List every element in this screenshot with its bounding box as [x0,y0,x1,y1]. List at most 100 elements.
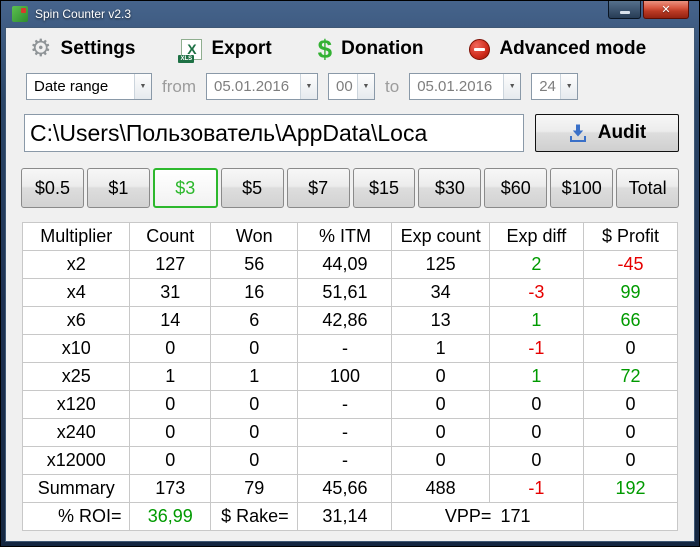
to-date-value: 05.01.2016 [417,78,493,95]
stake-tabs: $0.5 $1 $3 $5 $7 $15 $30 $60 $100 Total [6,156,694,210]
stake-tab-total[interactable]: Total [616,168,680,208]
close-button[interactable]: ✕ [643,1,689,19]
table-cell: 0 [488,390,584,419]
table-cell: 0 [391,446,490,475]
table-cell: -1 [488,474,584,503]
table-cell: 16 [210,278,299,307]
settings-button[interactable]: ⚙ Settings [30,37,135,61]
from-hour-value: 00 [336,78,353,95]
table-cell: 0 [210,446,299,475]
table-cell: 1 [129,362,212,391]
settings-label: Settings [60,38,136,59]
table-cell: 100 [297,362,393,391]
chevron-down-icon: ▼ [560,74,578,99]
table-cell: x120 [21,390,131,419]
table-cell: 2 [488,250,584,279]
table-row: x120 0 0-0 0 0 [21,390,679,419]
table-cell: 0 [129,446,212,475]
to-label: to [385,76,400,96]
table-cell: 79 [210,474,299,503]
table-cell: 1 [488,362,584,391]
roi-label: % ROI= [21,502,131,531]
table-cell: 0 [391,390,490,419]
table-cell: - [297,334,393,363]
app-icon [12,6,28,22]
excel-icon: X XLS [178,38,203,63]
table-header-row: Multiplier Count Won % ITM Exp count Exp… [21,222,679,251]
stake-tab-5[interactable]: $5 [220,168,284,208]
header-exp-count: Exp count [391,222,490,251]
stake-tab-60[interactable]: $60 [484,168,548,208]
header-exp-diff: Exp diff [488,222,584,251]
toolbar: ⚙ Settings X XLS Export $ Donation Advan… [6,28,694,67]
table-cell: 1 [210,362,299,391]
table-cell: 125 [391,250,490,279]
table-cell: 0 [210,418,299,447]
header-profit: $ Profit [582,222,679,251]
table-cell: - [297,390,393,419]
app-window: Spin Counter v2.3 ✕ ⚙ Settings X XLS Exp… [0,0,700,547]
table-cell: 51,61 [297,278,393,307]
to-date-picker[interactable]: 05.01.2016 ▼ [409,73,522,100]
audit-label: Audit [597,122,647,143]
table-row: x6 14 6 42,86 13 1 66 [21,306,679,335]
path-input[interactable]: C:\Users\Пользователь\AppData\Loca [24,114,524,152]
stake-tab-3[interactable]: $3 [152,168,218,208]
table-footer-row: % ROI= 36,99 $ Rake= 31,14 VPP= 171 [21,502,679,531]
header-count: Count [129,222,212,251]
table-cell: 0 [129,334,212,363]
stake-tab-100[interactable]: $100 [550,168,614,208]
advanced-mode-label: Advanced mode [499,38,647,59]
window-title: Spin Counter v2.3 [35,7,132,21]
table-cell: 56 [210,250,299,279]
from-hour-select[interactable]: 00 ▼ [328,73,375,100]
table-cell: 192 [582,474,679,503]
table-cell: 127 [129,250,212,279]
table-cell: -1 [488,334,584,363]
stake-tab-0.5[interactable]: $0.5 [21,168,84,208]
export-button[interactable]: X XLS Export [178,38,272,63]
stake-tab-15[interactable]: $15 [352,168,416,208]
chevron-down-icon: ▼ [134,74,151,99]
table-cell: 72 [582,362,679,391]
from-date-picker[interactable]: 05.01.2016 ▼ [206,73,318,100]
calendar-dropdown-icon: ▼ [503,74,521,99]
table-cell: x240 [21,418,131,447]
table-cell: x10 [21,334,131,363]
header-won: Won [210,222,299,251]
donation-button[interactable]: $ Donation [318,36,424,62]
advanced-mode-button[interactable]: Advanced mode [469,38,646,60]
table-cell: 0 [391,362,490,391]
stake-tab-1[interactable]: $1 [86,168,150,208]
vpp-cell: VPP= 171 [391,502,584,531]
table-cell: 488 [391,474,490,503]
table-cell: 34 [391,278,490,307]
header-itm: % ITM [297,222,393,251]
table-cell: 0 [488,446,584,475]
results-table: Multiplier Count Won % ITM Exp count Exp… [21,222,679,531]
table-cell: Summary [21,474,131,503]
header-multiplier: Multiplier [21,222,131,251]
minimize-button[interactable] [608,1,641,19]
results-table-body: x2 127 56 44,09 125 2 -45 x4 31 16 51,61 34 -3 99 x6 14… [21,250,679,503]
window-controls: ✕ [608,1,695,19]
range-type-value: Date range [34,78,109,95]
to-hour-select[interactable]: 24 ▼ [531,73,579,100]
table-footer: % ROI= 36,99 $ Rake= 31,14 VPP= 171 [21,502,679,531]
stake-tab-7[interactable]: $7 [286,168,350,208]
from-date-value: 05.01.2016 [214,78,290,95]
stake-tab-30[interactable]: $30 [418,168,482,208]
client-area: ⚙ Settings X XLS Export $ Donation Advan… [5,27,695,542]
table-cell: x2 [21,250,131,279]
rake-label: $ Rake= [210,502,299,531]
table-cell: 0 [582,418,679,447]
table-header: Multiplier Count Won % ITM Exp count Exp… [21,222,679,251]
table-cell: x6 [21,306,131,335]
table-cell: 6 [210,306,299,335]
table-row: x12000 0 0-0 0 0 [21,446,679,475]
table-cell: 0 [582,390,679,419]
audit-button[interactable]: Audit [535,114,679,152]
table-cell: 42,86 [297,306,393,335]
range-type-select[interactable]: Date range ▼ [26,73,152,100]
table-cell: 1 [391,334,490,363]
